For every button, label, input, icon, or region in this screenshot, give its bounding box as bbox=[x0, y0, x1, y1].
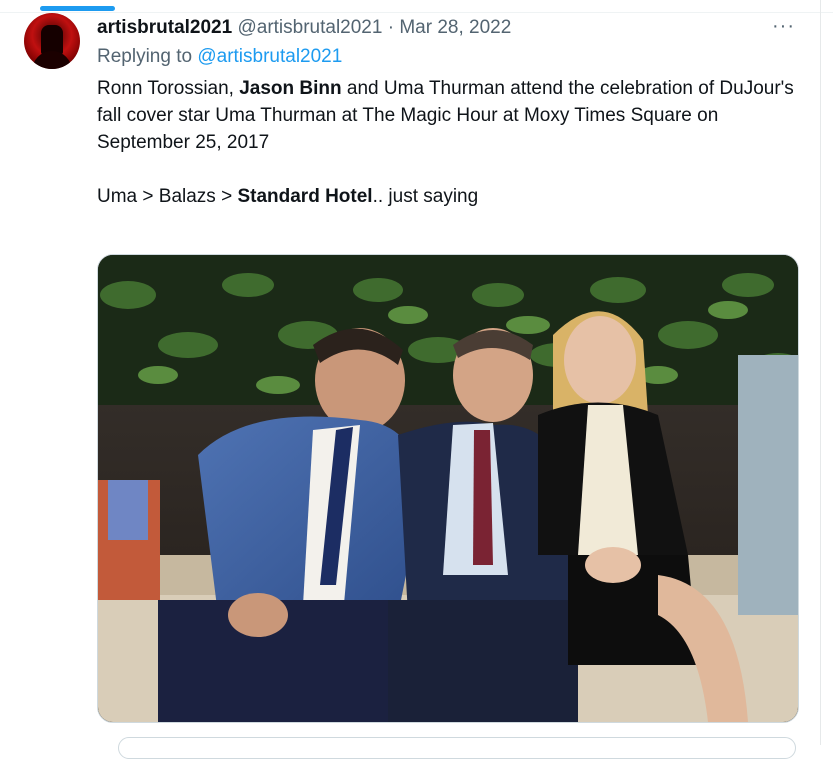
tweet-paragraph-1: Ronn Torossian, Jason Binn and Uma Thurm… bbox=[97, 75, 797, 156]
tweet-photo[interactable] bbox=[97, 254, 799, 723]
para1-bold: Jason Binn bbox=[239, 78, 342, 99]
para2-bold: Standard Hotel bbox=[237, 186, 373, 207]
replying-to: Replying to @artisbrutal2021 bbox=[97, 45, 342, 69]
next-card-edge bbox=[118, 737, 796, 759]
photo-illustration bbox=[98, 255, 798, 722]
para2-text-a: Uma > Balazs > bbox=[97, 186, 238, 207]
avatar-figure-shoulders bbox=[32, 51, 72, 69]
column-divider bbox=[820, 0, 821, 745]
more-options-icon[interactable]: ··· bbox=[772, 14, 795, 38]
separator-dot: · bbox=[387, 17, 395, 38]
tweet-text: Ronn Torossian, Jason Binn and Uma Thurm… bbox=[97, 75, 797, 210]
tweet-paragraph-2: Uma > Balazs > Standard Hotel.. just say… bbox=[97, 183, 797, 210]
display-name[interactable]: artisbrutal2021 bbox=[97, 17, 232, 38]
avatar[interactable] bbox=[24, 13, 80, 69]
para1-text-a: Ronn Torossian, bbox=[97, 78, 240, 99]
replying-mention-link[interactable]: @artisbrutal2021 bbox=[197, 46, 342, 67]
replying-prefix: Replying to bbox=[97, 46, 193, 67]
top-tab-indicator bbox=[40, 6, 115, 11]
tweet-header: artisbrutal2021 @artisbrutal2021 · Mar 2… bbox=[97, 16, 511, 40]
tweet-date[interactable]: Mar 28, 2022 bbox=[399, 17, 511, 38]
top-divider bbox=[0, 12, 833, 13]
user-handle[interactable]: @artisbrutal2021 bbox=[237, 17, 382, 38]
para2-text-c: .. just saying bbox=[372, 186, 479, 207]
